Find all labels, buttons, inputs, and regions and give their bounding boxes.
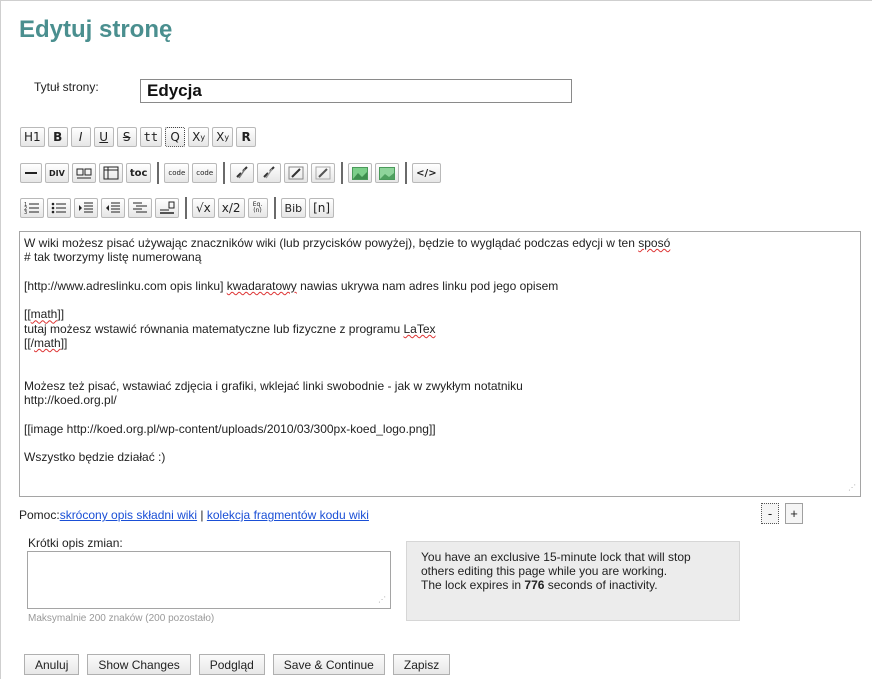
editor-line: [[ — [24, 307, 31, 322]
action-buttons: Anuluj Show Changes Podgląd Save & Conti… — [24, 654, 458, 675]
toolbar-row-format: H1 B I U S tt Q Xy Xy R — [20, 126, 259, 148]
toolbar-row-insert: DIV toc code code </> — [20, 162, 444, 184]
box-button[interactable] — [71, 163, 96, 183]
editor-line: tutaj możesz wstawić równania matematycz… — [24, 321, 404, 336]
bibliography-button[interactable]: Bib — [280, 198, 307, 218]
editor-content: W wiki możesz pisać używając znaczników … — [24, 236, 856, 465]
summary-resize-grip-icon[interactable]: ⋰ — [378, 596, 387, 605]
table-icon — [103, 166, 119, 180]
wiki-editor-textarea[interactable]: W wiki możesz pisać używając znaczników … — [19, 231, 861, 497]
page-title-input[interactable] — [140, 79, 572, 103]
registered-button[interactable]: R — [236, 127, 257, 147]
superscript-y: y — [200, 132, 206, 142]
square-root-button[interactable]: √x — [192, 198, 215, 218]
toolbar-separator — [223, 162, 226, 184]
toc-button[interactable]: toc — [125, 163, 152, 183]
definition-list-icon[interactable] — [128, 198, 152, 218]
editor-misspelled: math — [34, 336, 61, 351]
lock-seconds: 776 — [524, 578, 545, 592]
table-button[interactable] — [98, 163, 123, 183]
bold-button[interactable]: B — [47, 127, 68, 147]
subscript-y: y — [224, 132, 230, 142]
subscript-button[interactable]: Xy — [212, 127, 234, 147]
toolbar-separator — [157, 162, 160, 184]
code-button[interactable]: code — [164, 163, 190, 183]
cancel-button[interactable]: Anuluj — [24, 654, 80, 675]
numbered-list-icon[interactable]: 123 — [20, 198, 44, 218]
link-wizard-icon[interactable] — [284, 163, 309, 183]
underline-button[interactable]: U — [93, 127, 114, 147]
superscript-x: X — [192, 130, 201, 144]
editor-line: Wszystko będzie działać :) — [24, 450, 166, 465]
fraction-button[interactable]: x/2 — [217, 198, 245, 218]
toolbar-row-lists: 123 √x x/2 Eq. (n) Bib [n] — [20, 197, 337, 219]
toolbar-separator — [185, 197, 187, 219]
external-link-wizard-icon[interactable] — [311, 163, 336, 183]
shrink-editor-button[interactable]: - — [761, 503, 779, 524]
box-icon — [76, 168, 92, 179]
equation-number: (n) — [253, 207, 262, 214]
div-button[interactable]: DIV — [45, 163, 69, 183]
external-link-icon[interactable] — [257, 163, 282, 183]
quote-button[interactable]: Q — [165, 127, 186, 147]
lock-expiry-prefix: The lock expires in — [421, 578, 525, 592]
editor-misspelled: math — [30, 307, 58, 322]
editor-line: [http://www.adreslinku.com opis linku] — [24, 278, 227, 293]
page-title: Edytuj stronę — [19, 16, 173, 43]
editor-line: Możesz też pisać, wstawiać zdjęcia i gra… — [24, 378, 523, 393]
code-block-button[interactable]: code — [192, 163, 218, 183]
syntax-help-link[interactable]: skrócony opis składni wiki — [60, 508, 197, 522]
toolbar-separator — [273, 197, 276, 219]
editor-line: ]] — [57, 307, 65, 322]
snippets-help-link[interactable]: kolekcja fragmentów kodu wiki — [207, 508, 369, 522]
resize-grip-icon[interactable]: ⋰ — [848, 484, 857, 493]
image-icon[interactable] — [348, 163, 373, 183]
subscript-x: X — [216, 130, 225, 144]
svg-text:3: 3 — [24, 210, 27, 215]
editor-line: http://koed.org.pl/ — [24, 393, 117, 408]
editor-misspelled: sposó — [638, 236, 671, 250]
editor-line: [[/ — [24, 336, 35, 351]
editor-misspelled: LaTex — [403, 321, 436, 336]
summary-label: Krótki opis zmian: — [28, 536, 123, 550]
toolbar-separator — [341, 162, 344, 184]
lock-expiry-suffix: seconds of inactivity. — [544, 578, 658, 592]
reference-button[interactable]: [n] — [309, 198, 335, 218]
summary-textarea[interactable]: ⋰ — [27, 551, 391, 609]
editor-line: # tak tworzymy listę numerowaną — [24, 250, 202, 265]
page-title-label: Tytuł strony: — [34, 80, 99, 94]
edit-lock-notice: You have an exclusive 15-minute lock tha… — [406, 541, 740, 621]
footnote-icon[interactable] — [155, 198, 179, 218]
save-continue-button[interactable]: Save & Continue — [272, 654, 385, 675]
horizontal-rule-button[interactable] — [20, 163, 42, 183]
editor-line: nawias ukrywa nam adres linku pod jego o… — [296, 278, 559, 293]
strikethrough-button[interactable]: S — [116, 127, 137, 147]
indent-icon[interactable] — [74, 198, 98, 218]
bullet-list-icon[interactable] — [47, 198, 71, 218]
monospace-button[interactable]: tt — [139, 127, 163, 147]
help-links: Pomoc:skrócony opis składni wiki | kolek… — [19, 508, 369, 522]
editor-line: [[image http://koed.org.pl/wp-content/up… — [24, 421, 436, 436]
outdent-icon[interactable] — [101, 198, 125, 218]
show-changes-button[interactable]: Show Changes — [87, 654, 191, 675]
preview-button[interactable]: Podgląd — [198, 654, 265, 675]
hr-icon — [25, 172, 37, 174]
summary-char-counter: Maksymalnie 200 znaków (200 pozostało) — [28, 613, 215, 624]
grow-editor-button[interactable]: + — [785, 503, 803, 524]
lock-message: You have an exclusive 15-minute lock tha… — [421, 550, 691, 578]
editor-line: ]] — [60, 336, 68, 351]
help-separator: | — [197, 508, 207, 522]
editor-misspelled: kwadaratowy — [226, 278, 297, 293]
editor-line: W wiki możesz pisać używając znaczników … — [24, 236, 639, 250]
source-code-button[interactable]: </> — [412, 163, 441, 183]
toolbar-separator — [405, 162, 408, 184]
help-prefix: Pomoc: — [19, 508, 60, 522]
equation-button[interactable]: Eq. (n) — [247, 198, 268, 218]
superscript-button[interactable]: Xy — [188, 127, 210, 147]
heading-button[interactable]: H1 — [20, 127, 45, 147]
italic-button[interactable]: I — [70, 127, 91, 147]
link-icon[interactable] — [230, 163, 255, 183]
save-button[interactable]: Zapisz — [392, 654, 451, 675]
image-insert-icon[interactable] — [375, 163, 400, 183]
